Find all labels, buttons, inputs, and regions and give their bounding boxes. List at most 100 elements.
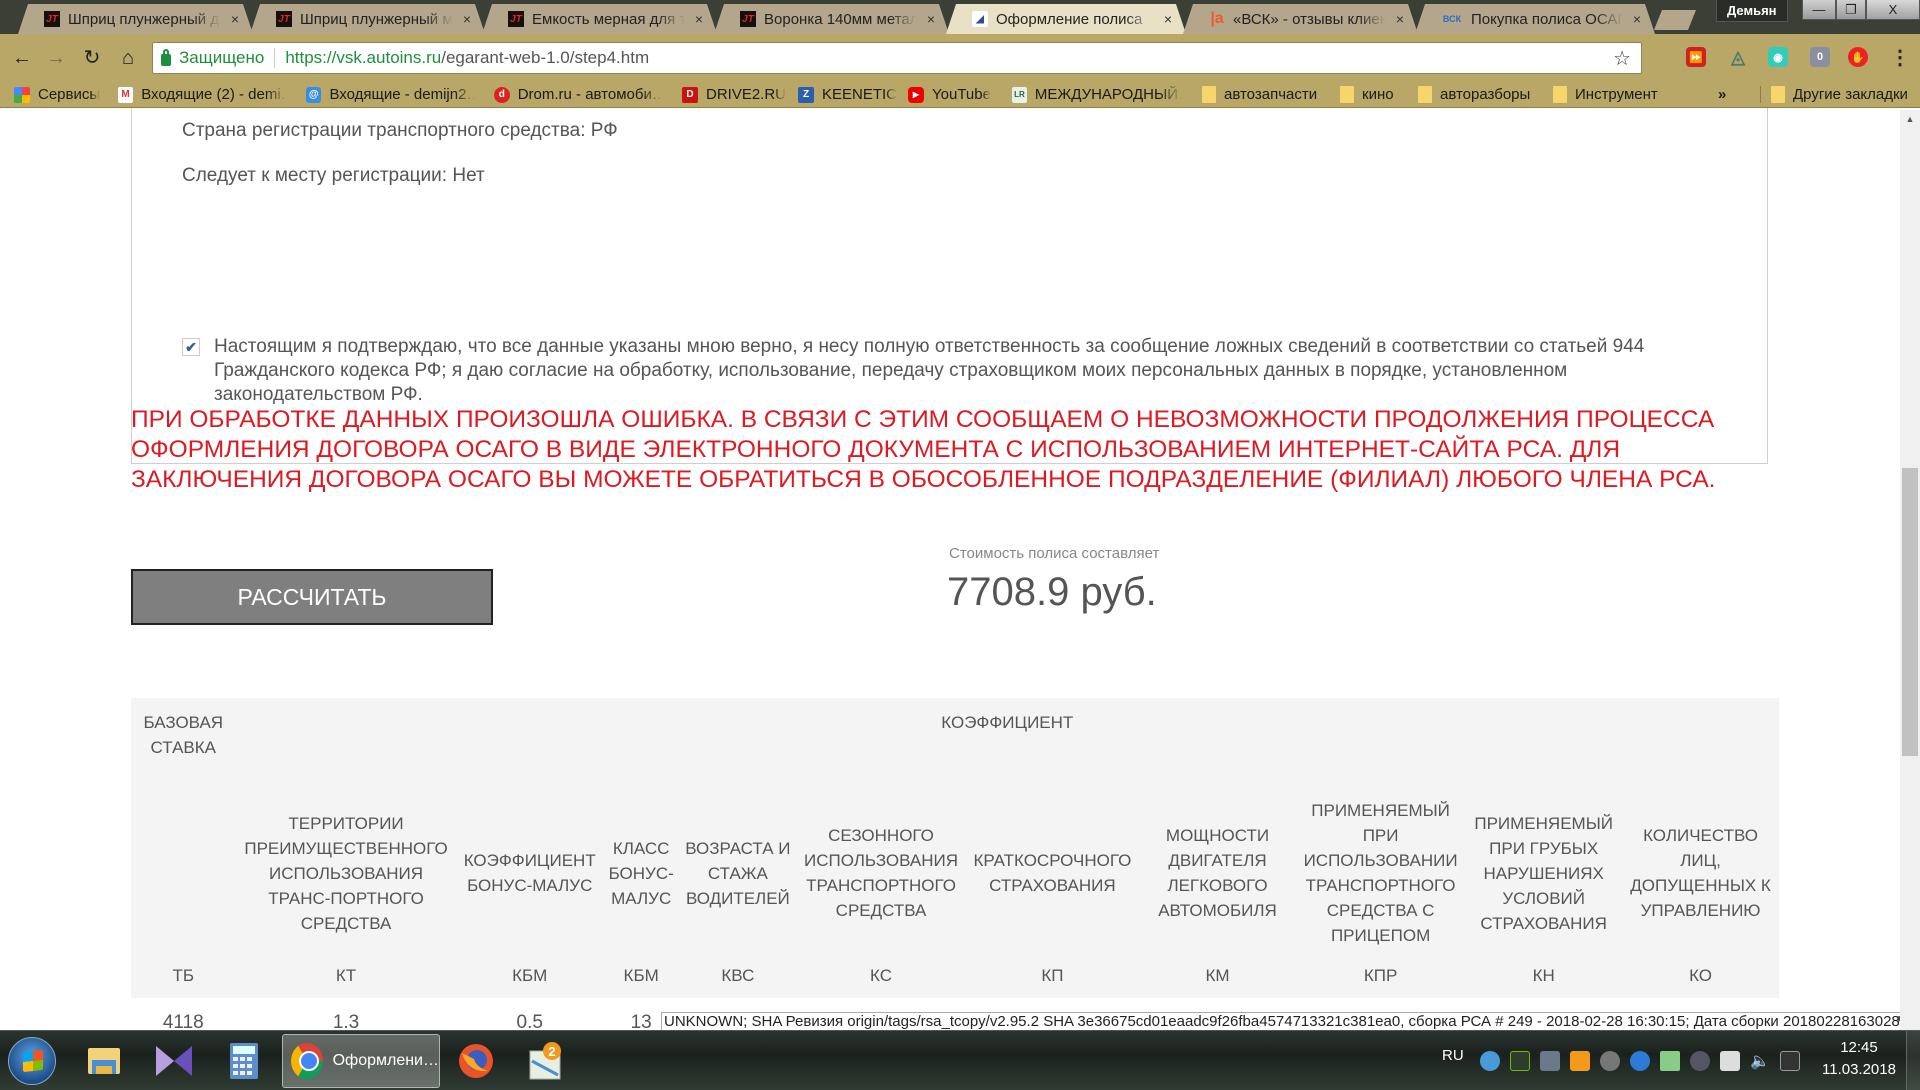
drom-icon: d	[494, 86, 510, 103]
tab-policy-registration[interactable]: ◢ Оформление полиса ×	[946, 4, 1186, 34]
bookmark-label: Drom.ru - автомоби…	[517, 86, 664, 103]
tray-globe-icon[interactable]	[1630, 1051, 1650, 1071]
taskbar-window-label: Оформлени…	[332, 1052, 439, 1069]
tray-update-icon[interactable]	[1570, 1051, 1590, 1071]
column-name: КЛАСС БОНУС-МАЛУС	[602, 770, 680, 948]
tray-camera-icon[interactable]	[1540, 1051, 1560, 1071]
bookmark-lr-club[interactable]: LR МЕЖДУНАРОДНЫЙ…	[1012, 86, 1182, 103]
bookmark-folder-tools[interactable]: Инструмент	[1553, 86, 1658, 103]
bookmarks-bar: Сервисы M Входящие (2) - demi… @ Входящи…	[0, 82, 1920, 108]
column-name: КРАТКОСРОЧНОГО СТРАХОВАНИЯ	[965, 770, 1140, 948]
bookmark-mailru[interactable]: @ Входящие - demijn2…	[306, 86, 476, 103]
bookmark-drive2[interactable]: D DRIVE2.RU	[682, 86, 786, 103]
youtube-icon: ▶	[908, 86, 924, 103]
other-bookmarks[interactable]: Другие закладки	[1760, 86, 1908, 103]
column-name: ПРИМЕНЯЕМЫЙ ПРИ ГРУБЫХ НАРУШЕНИЯХ УСЛОВИ…	[1465, 770, 1623, 948]
new-tab-button[interactable]	[1654, 10, 1696, 30]
close-tab-icon[interactable]: ×	[695, 11, 703, 27]
bookmark-services[interactable]: Сервисы	[14, 86, 100, 103]
system-clock[interactable]: 12:45 11.03.2018	[1822, 1037, 1896, 1081]
tray-usb-icon[interactable]	[1600, 1051, 1620, 1071]
address-bar[interactable]: Защищено https://vsk.autoins.ru/egarant-…	[152, 42, 1642, 74]
reload-icon[interactable]: ↻	[80, 46, 104, 70]
bookmark-gmail[interactable]: M Входящие (2) - demi…	[118, 86, 288, 103]
tab-osago-purchase[interactable]: ВСК Покупка полиса ОСАГ… ×	[1415, 4, 1655, 34]
table-header-codes-row: ТБ КТ КБМ КБМ КВС КС КП КМ КПР КН КО	[131, 948, 1779, 998]
windows-explorer-icon[interactable]	[84, 1041, 124, 1081]
maps-icon[interactable]: 2	[526, 1041, 566, 1081]
profile-button[interactable]: Демьян	[1716, 0, 1788, 22]
bookmark-folder-movies[interactable]: кино	[1340, 86, 1394, 103]
tab-title: Воронка 140мм метал…	[764, 10, 917, 28]
visual-studio-icon[interactable]	[154, 1041, 194, 1081]
extension-drop-icon[interactable]: ◬	[1728, 47, 1748, 67]
start-button[interactable]	[8, 1037, 56, 1085]
extension-counter-icon[interactable]: 0	[1810, 47, 1830, 67]
bookmark-label: Другие закладки	[1793, 86, 1908, 103]
tray-pen-icon[interactable]	[1780, 1051, 1800, 1071]
bookmark-drom[interactable]: d Drom.ru - автомоби…	[494, 86, 664, 103]
tab-vsk-reviews[interactable]: |a «ВСК» - отзывы клиент… ×	[1183, 4, 1418, 34]
folder-icon	[1202, 86, 1216, 103]
browser-menu-icon[interactable]: ⋮	[1890, 45, 1910, 70]
extension-video-icon[interactable]: ⏩	[1686, 47, 1706, 67]
close-window-button[interactable]: X	[1866, 0, 1920, 20]
svg-text:2: 2	[548, 1044, 555, 1059]
minimize-button[interactable]: —	[1802, 0, 1836, 20]
close-tab-icon[interactable]: ×	[231, 11, 239, 27]
firefox-icon[interactable]	[456, 1041, 496, 1081]
input-language-indicator[interactable]: RU	[1442, 1047, 1464, 1064]
tab-syringe-2[interactable]: JT Шприц плунжерный ме… ×	[250, 4, 485, 34]
scroll-up-arrow-icon[interactable]: ▲	[1900, 110, 1920, 128]
bookmark-keenetic[interactable]: Z KEENETIC	[798, 86, 897, 103]
build-info-status: UNKNOWN; SHA Ревизия origin/tags/rsa_tco…	[661, 1012, 1900, 1030]
url-host: https://vsk.autoins.ru	[285, 48, 442, 67]
windows-taskbar: Оформлени… 2 RU 🔈 12:45 11.03.2018	[0, 1030, 1920, 1090]
forward-arrow-icon[interactable]: →	[44, 46, 68, 70]
tab-syringe-1[interactable]: JT Шприц плунжерный для… ×	[18, 4, 253, 34]
base-rate-header: БАЗОВАЯ СТАВКА	[131, 698, 236, 770]
close-tab-icon[interactable]: ×	[927, 11, 935, 27]
tray-speaker-mute-icon[interactable]	[1690, 1051, 1710, 1071]
taskbar-chrome-window[interactable]: Оформлени…	[282, 1034, 440, 1088]
checkmark-icon: ✔	[185, 338, 197, 355]
calculate-button[interactable]: РАССЧИТАТЬ	[131, 569, 493, 625]
calculator-icon[interactable]	[224, 1041, 264, 1081]
vehicle-country-line: Страна регистрации транспортного средств…	[182, 120, 618, 141]
page-scrollbar[interactable]: ▲	[1900, 110, 1920, 1030]
scrollbar-thumb[interactable]	[1902, 467, 1918, 756]
home-icon[interactable]: ⌂	[116, 46, 140, 70]
tab-measuring-cup[interactable]: JT Емкость мерная для те… ×	[482, 4, 717, 34]
tray-network-icon[interactable]	[1720, 1051, 1740, 1071]
url-path: /egarant-web-1.0/step4.htm	[441, 48, 650, 67]
gmail-icon: M	[118, 86, 134, 103]
column-name: ПРИМЕНЯЕМЫЙ ПРИ ИСПОЛЬЗОВАНИИ ТРАНСПОРТН…	[1295, 770, 1466, 948]
bookmark-folder-autoparts[interactable]: автозапчасти	[1202, 86, 1317, 103]
tray-nvidia-icon[interactable]	[1510, 1051, 1530, 1071]
bookmark-label: МЕЖДУНАРОДНЫЙ…	[1034, 86, 1182, 103]
close-tab-icon[interactable]: ×	[463, 11, 471, 27]
tray-scanner-icon[interactable]	[1480, 1051, 1500, 1071]
close-tab-icon[interactable]: ×	[1164, 11, 1172, 27]
restore-button[interactable]: ❐	[1836, 0, 1866, 20]
close-tab-icon[interactable]: ×	[1633, 11, 1641, 27]
bookmark-folder-salvage[interactable]: авторазборы	[1418, 86, 1530, 103]
tray-volume-icon[interactable]: 🔈	[1750, 1051, 1770, 1071]
jt-logo-icon: JT	[44, 11, 60, 27]
extension-bulb-icon[interactable]: ◉	[1768, 47, 1788, 67]
consent-checkbox[interactable]: ✔	[182, 338, 200, 356]
drive2-icon: D	[682, 86, 698, 103]
bookmark-star-icon[interactable]: ☆	[1613, 46, 1631, 71]
back-arrow-icon[interactable]: ←	[10, 46, 34, 70]
jt-logo-icon: JT	[740, 11, 756, 27]
bookmark-youtube[interactable]: ▶ YouTube	[908, 86, 991, 103]
column-code: КО	[1622, 948, 1779, 998]
tab-funnel[interactable]: JT Воронка 140мм метал… ×	[714, 4, 949, 34]
close-tab-icon[interactable]: ×	[1396, 11, 1404, 27]
bookmark-label: авторазборы	[1440, 86, 1531, 103]
extension-adblock-icon[interactable]: ✋	[1848, 47, 1868, 67]
bookmarks-overflow-button[interactable]: »	[1718, 86, 1726, 103]
show-desktop-button[interactable]	[1906, 1031, 1920, 1090]
consent-text: Настоящим я подтверждаю, что все данные …	[214, 336, 1645, 405]
tray-security-icon[interactable]	[1660, 1051, 1680, 1071]
